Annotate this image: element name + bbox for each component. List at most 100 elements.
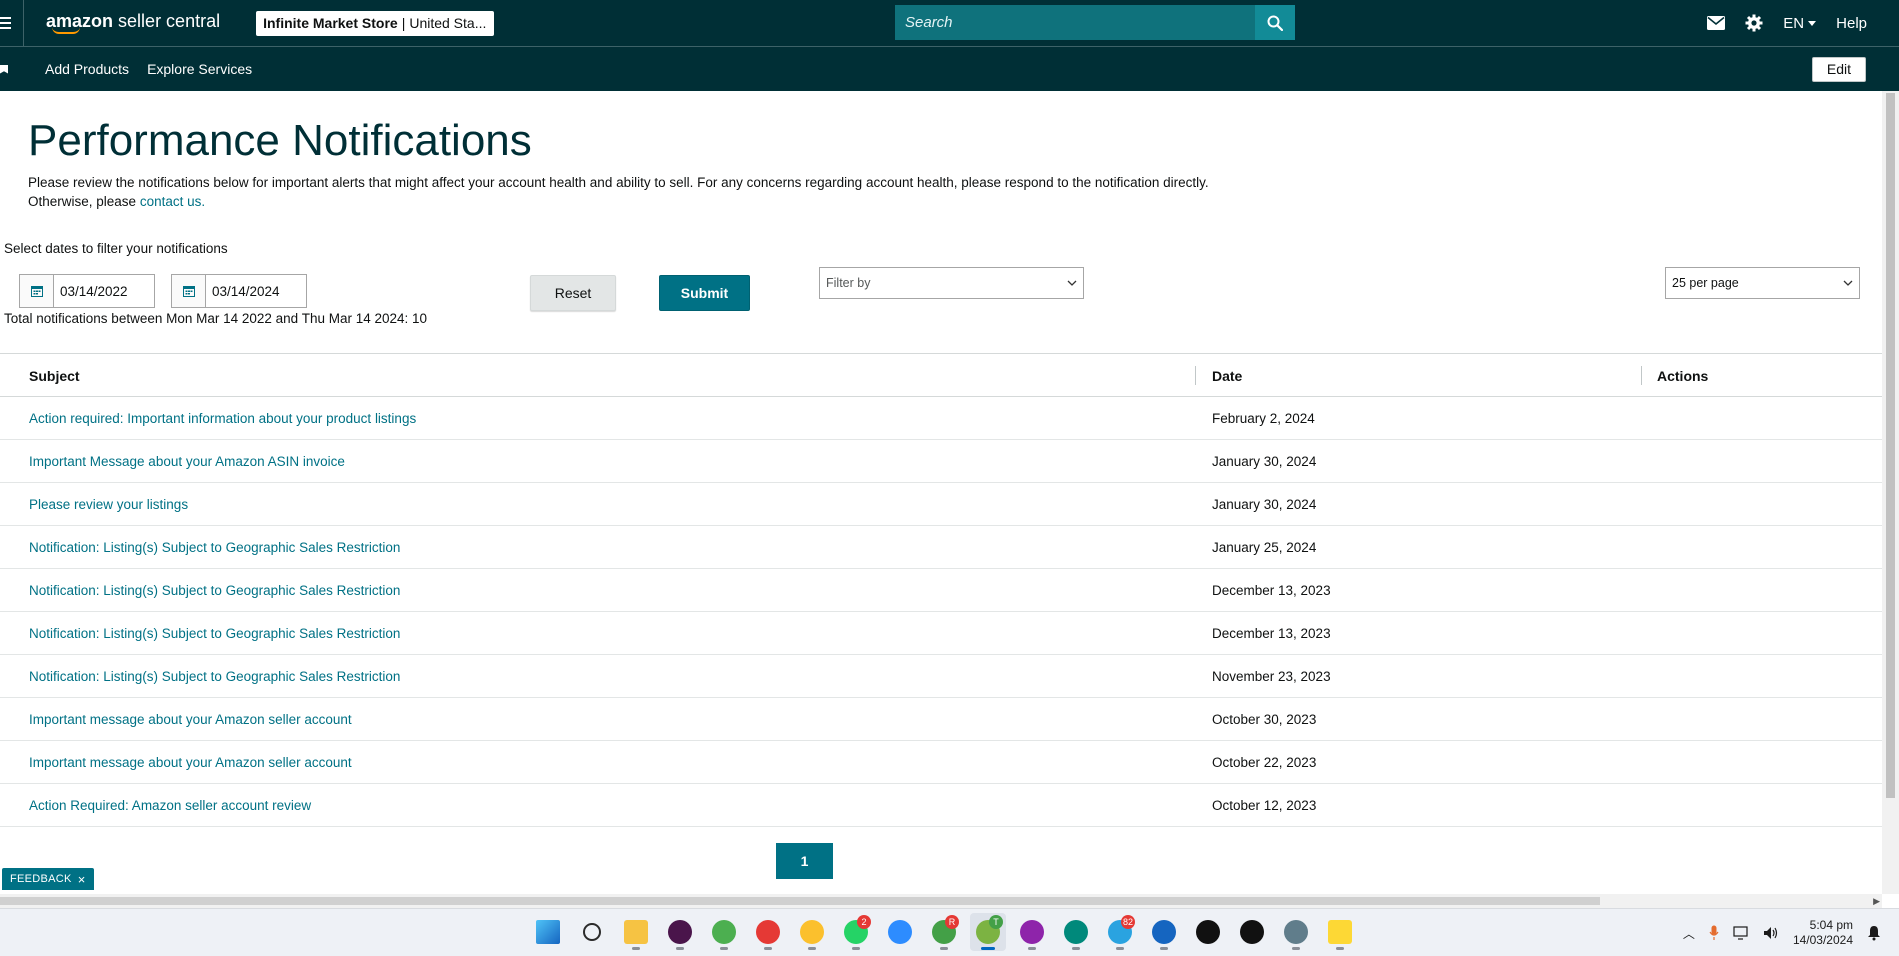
notification-date: October 12, 2023	[1212, 798, 1317, 813]
logo-smile-icon	[52, 27, 80, 34]
nav-explore-services[interactable]: Explore Services	[147, 61, 252, 77]
menu-icon[interactable]	[0, 0, 24, 46]
chevron-down-icon	[1067, 280, 1077, 286]
chrome-icon[interactable]	[750, 913, 786, 951]
running-indicator	[1336, 947, 1344, 950]
app-icon-glyph	[1284, 920, 1308, 944]
capcut-icon[interactable]	[1234, 913, 1270, 951]
column-header-subject[interactable]: Subject	[29, 354, 80, 397]
subject-cell: Action Required: Amazon seller account r…	[29, 784, 311, 827]
slack-icon-glyph	[668, 920, 692, 944]
date-to-picker[interactable]	[171, 274, 307, 308]
column-divider[interactable]	[1641, 366, 1642, 385]
notification-subject-link[interactable]: Notification: Listing(s) Subject to Geog…	[29, 540, 400, 555]
chrome-icon[interactable]: T	[970, 913, 1006, 951]
notification-subject-link[interactable]: Notification: Listing(s) Subject to Geog…	[29, 669, 400, 684]
chevron-up-icon[interactable]: ︿	[1683, 925, 1695, 942]
notification-subject-link[interactable]: Notification: Listing(s) Subject to Geog…	[29, 583, 400, 598]
zoom-icon[interactable]	[882, 913, 918, 951]
feedback-label[interactable]: FEEDBACK	[10, 873, 72, 885]
notification-date: January 30, 2024	[1212, 497, 1317, 512]
amazon-seller-central-logo[interactable]: amazon seller central	[46, 12, 220, 34]
whatsapp-icon[interactable]: 2	[838, 913, 874, 951]
mail-icon[interactable]	[1707, 16, 1726, 30]
notification-bell-icon[interactable]	[1867, 925, 1881, 941]
chrome-icon[interactable]: R	[926, 913, 962, 951]
calendar-icon[interactable]	[172, 275, 206, 307]
chrome-icon[interactable]	[1014, 913, 1050, 951]
store-selector[interactable]: Infinite Market Store | United Sta...	[256, 10, 495, 36]
chrome-icon-glyph	[800, 920, 824, 944]
gear-icon[interactable]	[1745, 14, 1763, 32]
notification-subject-link[interactable]: Notification: Listing(s) Subject to Geog…	[29, 626, 400, 641]
notification-subject-link[interactable]: Please review your listings	[29, 497, 188, 512]
feedback-tab[interactable]: FEEDBACK ×	[2, 868, 94, 890]
capcut-icon[interactable]	[1190, 913, 1226, 951]
nav-add-products[interactable]: Add Products	[45, 61, 129, 77]
notification-subject-link[interactable]: Action Required: Amazon seller account r…	[29, 798, 311, 813]
file-explorer-icon[interactable]	[618, 913, 654, 951]
pagination-page-button[interactable]: 1	[776, 843, 833, 879]
contact-us-link[interactable]: contact us.	[140, 194, 205, 209]
remote-app-icon[interactable]	[1146, 913, 1182, 951]
search-button[interactable]	[1255, 5, 1295, 40]
page-title: Performance Notifications	[28, 116, 532, 165]
notification-subject-link[interactable]: Important Message about your Amazon ASIN…	[29, 454, 345, 469]
close-icon[interactable]: ×	[78, 872, 86, 887]
edit-nav-button[interactable]: Edit	[1811, 57, 1866, 82]
capcut-icon-glyph	[1240, 920, 1264, 944]
scroll-right-icon[interactable]: ▶	[1873, 896, 1880, 907]
submit-button[interactable]: Submit	[659, 275, 750, 311]
column-divider[interactable]	[1195, 366, 1196, 385]
help-link[interactable]: Help	[1836, 15, 1867, 32]
chrome-icon[interactable]	[706, 913, 742, 951]
logo-product: seller central	[118, 11, 221, 31]
sticky-notes-icon[interactable]	[1322, 913, 1358, 951]
search-input[interactable]	[895, 5, 1255, 40]
search-bar	[895, 5, 1295, 40]
subject-cell: Important Message about your Amazon ASIN…	[29, 440, 345, 483]
microphone-icon[interactable]	[1709, 925, 1719, 941]
telegram-icon[interactable]: 82	[1102, 913, 1138, 951]
date-to-input[interactable]	[206, 283, 302, 299]
notification-badge: T	[989, 915, 1003, 929]
date-from-picker[interactable]	[19, 274, 155, 308]
app-icon[interactable]	[1278, 913, 1314, 951]
file-explorer-icon-glyph	[624, 920, 648, 944]
notification-subject-link[interactable]: Action required: Important information a…	[29, 411, 416, 426]
slack-icon[interactable]	[662, 913, 698, 951]
chrome-icon[interactable]	[1058, 913, 1094, 951]
chrome-icon[interactable]	[794, 913, 830, 951]
network-icon[interactable]	[1733, 926, 1749, 940]
bookmark-icon[interactable]	[0, 64, 8, 74]
running-indicator	[808, 947, 816, 950]
scrollbar-thumb[interactable]	[1886, 93, 1895, 798]
language-selector[interactable]: EN	[1783, 15, 1817, 32]
header-actions: EN Help	[1707, 0, 1867, 46]
top-header: amazon seller central Infinite Market St…	[0, 0, 1899, 46]
horizontal-scrollbar[interactable]: ▶	[0, 894, 1882, 908]
column-header-date[interactable]: Date	[1212, 354, 1242, 397]
filter-by-select[interactable]: Filter by	[819, 267, 1084, 299]
notification-badge: R	[945, 915, 959, 929]
volume-icon[interactable]	[1763, 926, 1779, 940]
table-row: Notification: Listing(s) Subject to Geog…	[0, 526, 1882, 569]
store-region: United Sta...	[409, 15, 487, 31]
notifications-table: Subject Date Actions Action required: Im…	[0, 353, 1882, 827]
date-from-input[interactable]	[54, 283, 150, 299]
running-indicator	[632, 947, 640, 950]
vertical-scrollbar[interactable]	[1882, 91, 1899, 894]
scrollbar-thumb[interactable]	[0, 897, 1600, 905]
calendar-icon[interactable]	[20, 275, 54, 307]
per-page-select[interactable]: 25 per page	[1665, 267, 1860, 299]
chrome-icon-glyph	[1020, 920, 1044, 944]
windows-start-icon[interactable]	[530, 913, 566, 951]
clock[interactable]: 5:04 pm 14/03/2024	[1793, 918, 1853, 948]
secondary-nav: Add Products Explore Services Edit	[0, 46, 1899, 91]
notification-subject-link[interactable]: Important message about your Amazon sell…	[29, 712, 352, 727]
notification-subject-link[interactable]: Important message about your Amazon sell…	[29, 755, 352, 770]
reset-button[interactable]: Reset	[530, 275, 616, 311]
subject-cell: Important message about your Amazon sell…	[29, 741, 352, 784]
running-indicator	[940, 947, 948, 950]
search-icon[interactable]	[574, 913, 610, 951]
